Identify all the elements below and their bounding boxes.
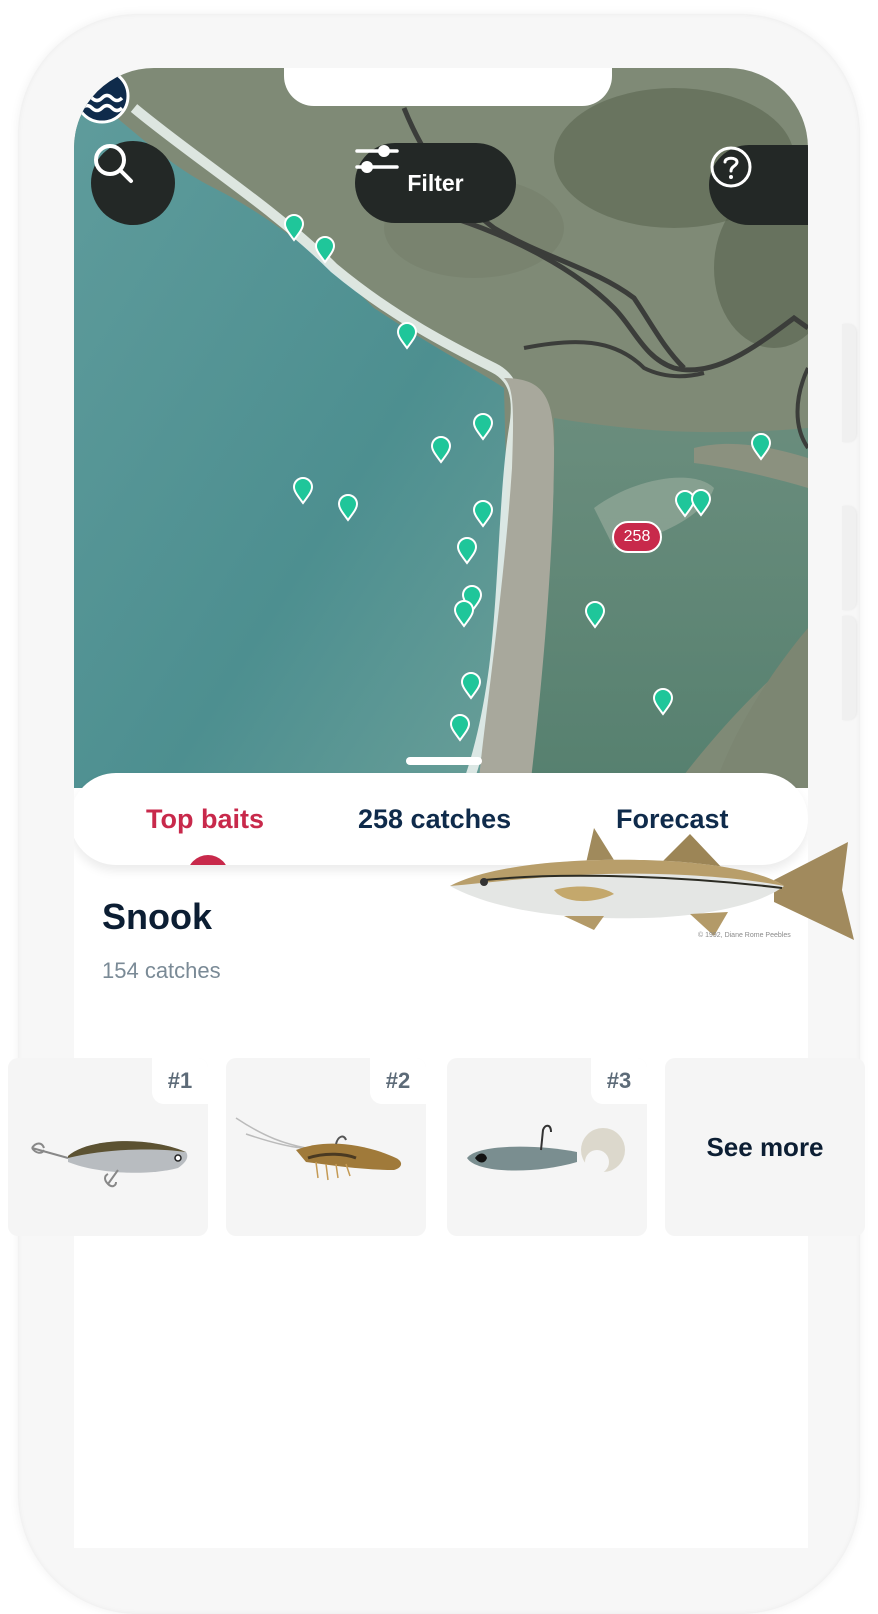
satellite-map[interactable]: Filter 258 — [74, 68, 808, 788]
sheet-drag-handle[interactable] — [406, 757, 482, 765]
bait-card-3[interactable]: #3 — [447, 1058, 647, 1236]
map-pin-icon[interactable] — [453, 600, 475, 628]
map-pin-icon[interactable] — [396, 322, 418, 350]
search-button[interactable] — [91, 141, 175, 225]
bait-card-2[interactable]: #2 — [226, 1058, 426, 1236]
bait-rank: #3 — [591, 1058, 647, 1104]
map-pin-icon[interactable] — [584, 601, 606, 629]
filter-label: Filter — [407, 169, 464, 196]
water-waves-icon[interactable] — [74, 68, 130, 124]
species-name: Snook — [102, 896, 213, 937]
image-credit: © 1992, Diane Rome Peebles — [698, 932, 791, 939]
map-pin-icon[interactable] — [472, 413, 494, 441]
tab-top-baits[interactable]: Top baits — [146, 773, 264, 865]
map-pin-icon[interactable] — [337, 494, 359, 522]
sliders-icon — [355, 145, 399, 173]
search-icon — [94, 144, 133, 183]
see-more-button[interactable]: See more — [665, 1058, 865, 1236]
map-pin-icon[interactable] — [449, 714, 471, 742]
help-button[interactable] — [709, 145, 808, 225]
side-button — [842, 324, 856, 442]
bait-card-1[interactable]: #1 — [8, 1058, 208, 1236]
bait-rank: #1 — [152, 1058, 208, 1104]
cluster-count-badge[interactable]: 258 — [612, 521, 662, 553]
volume-down-button — [842, 616, 856, 720]
phone-notch — [284, 68, 612, 106]
map-pin-icon[interactable] — [472, 500, 494, 528]
map-pin-icon[interactable] — [456, 537, 478, 565]
volume-up-button — [842, 506, 856, 610]
help-circle-icon — [710, 146, 752, 188]
species-catch-count: 154 catches — [102, 958, 221, 983]
map-pin-icon[interactable] — [652, 688, 674, 716]
app-screen: Filter 258 Top baits 258 catches Forecas… — [74, 68, 808, 1548]
bait-rank: #2 — [370, 1058, 426, 1104]
map-pin-icon[interactable] — [460, 672, 482, 700]
snook-fish-illustration — [450, 828, 854, 940]
map-pin-icon[interactable] — [750, 433, 772, 461]
map-pin-icon[interactable] — [314, 236, 336, 264]
top-baits-row: #1 #2 #3 See more — [8, 1058, 868, 1238]
map-pin-icon[interactable] — [690, 489, 712, 517]
map-pin-icon[interactable] — [283, 214, 305, 242]
map-pin-icon[interactable] — [430, 436, 452, 464]
map-pin-icon[interactable] — [292, 477, 314, 505]
filter-button[interactable]: Filter — [355, 143, 516, 223]
